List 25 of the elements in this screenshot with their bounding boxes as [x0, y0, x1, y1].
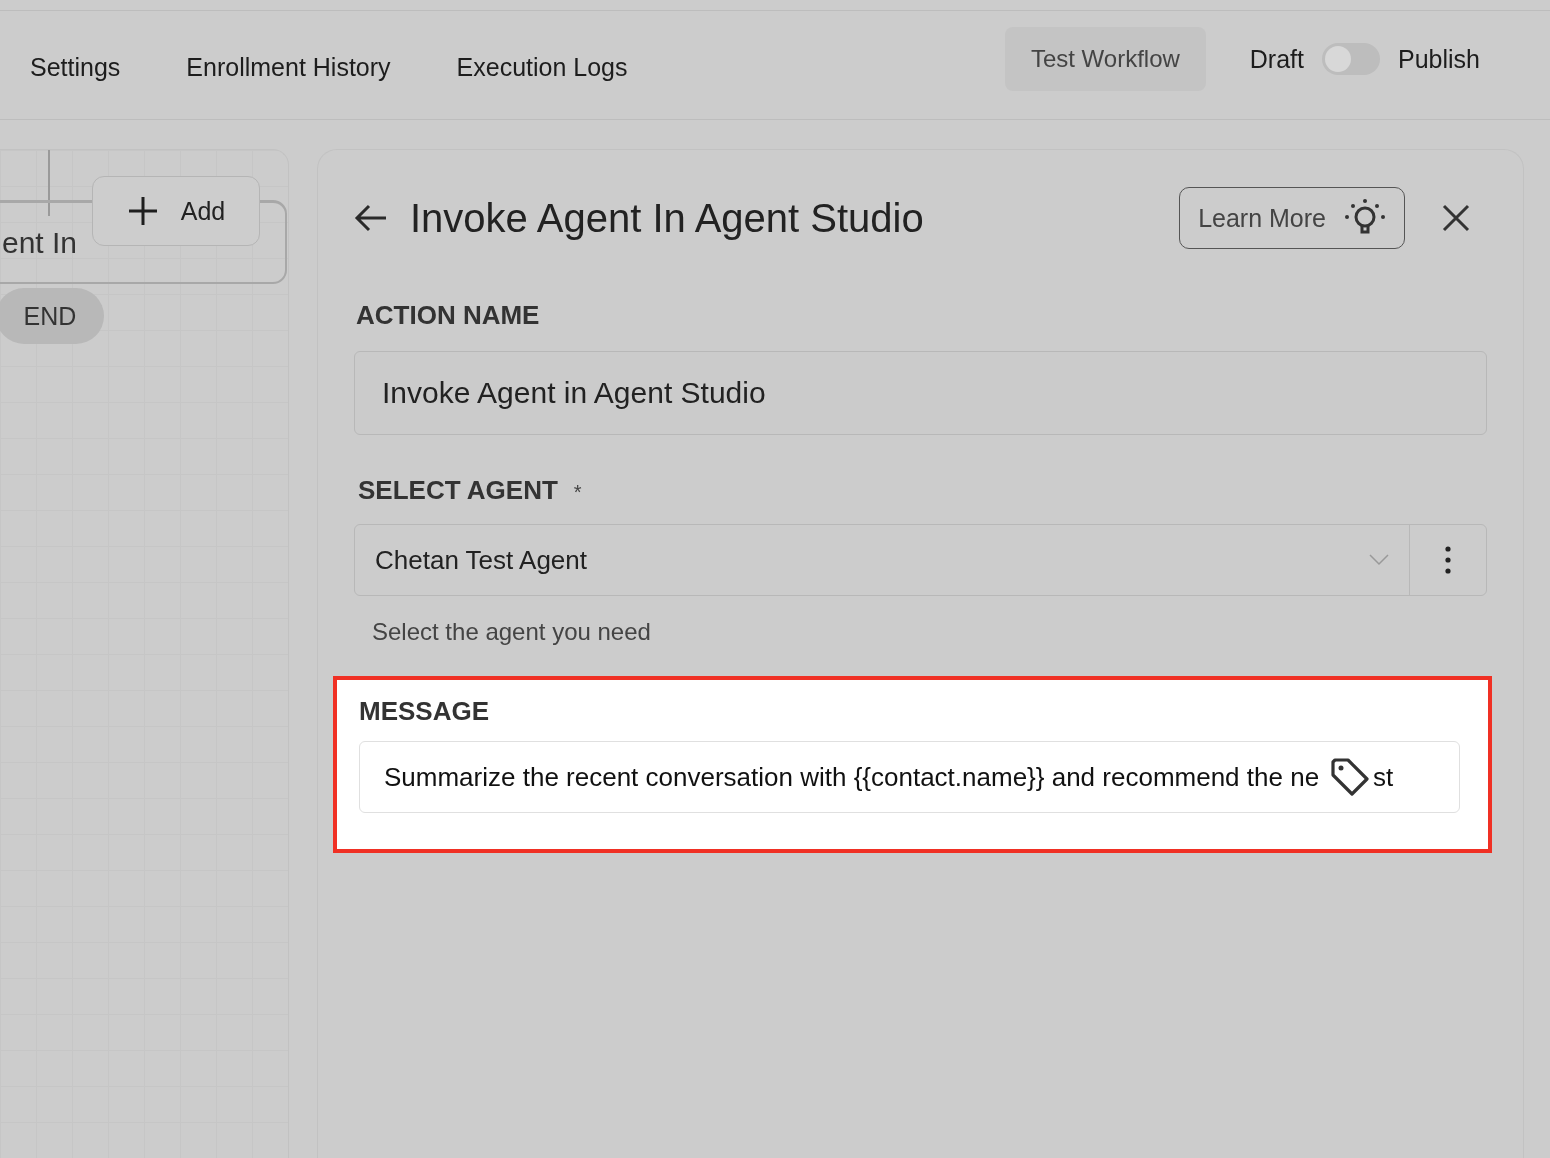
kebab-menu-icon	[1445, 546, 1451, 574]
chevron-down-icon	[1369, 554, 1389, 566]
field-label: SELECT AGENT	[358, 475, 558, 506]
panel-title: Invoke Agent In Agent Studio	[410, 195, 925, 241]
required-mark: *	[573, 481, 582, 504]
tab[interactable]: Enrollment History	[156, 42, 421, 92]
add-button[interactable]: Add	[92, 176, 260, 246]
field-label: ACTION NAME	[356, 300, 541, 331]
tag-icon[interactable]	[1329, 756, 1372, 798]
draft-label: Draft	[1249, 44, 1304, 74]
learn-more-button[interactable]: Learn More	[1179, 187, 1405, 249]
close-icon[interactable]	[1441, 203, 1471, 233]
message-field[interactable]: Summarize the recent conversation with {{contact.name}} and recommend the ne st	[359, 741, 1460, 813]
test-workflow-button[interactable]: Test Workflow	[1004, 27, 1206, 91]
field-label: MESSAGE	[359, 696, 491, 727]
action-name-field[interactable]: Invoke Agent in Agent Studio	[354, 351, 1487, 435]
plus-icon	[126, 195, 159, 227]
field-hint: Select the agent you need	[372, 618, 652, 646]
publish-label: Publish	[1398, 44, 1480, 74]
connector-line	[48, 150, 50, 216]
end-badge: END	[0, 288, 104, 344]
tab[interactable]: Settings	[0, 42, 151, 92]
back-arrow-icon[interactable]	[354, 203, 388, 233]
tab[interactable]: Execution Logs	[426, 42, 658, 92]
publish-toggle[interactable]	[1322, 43, 1380, 75]
